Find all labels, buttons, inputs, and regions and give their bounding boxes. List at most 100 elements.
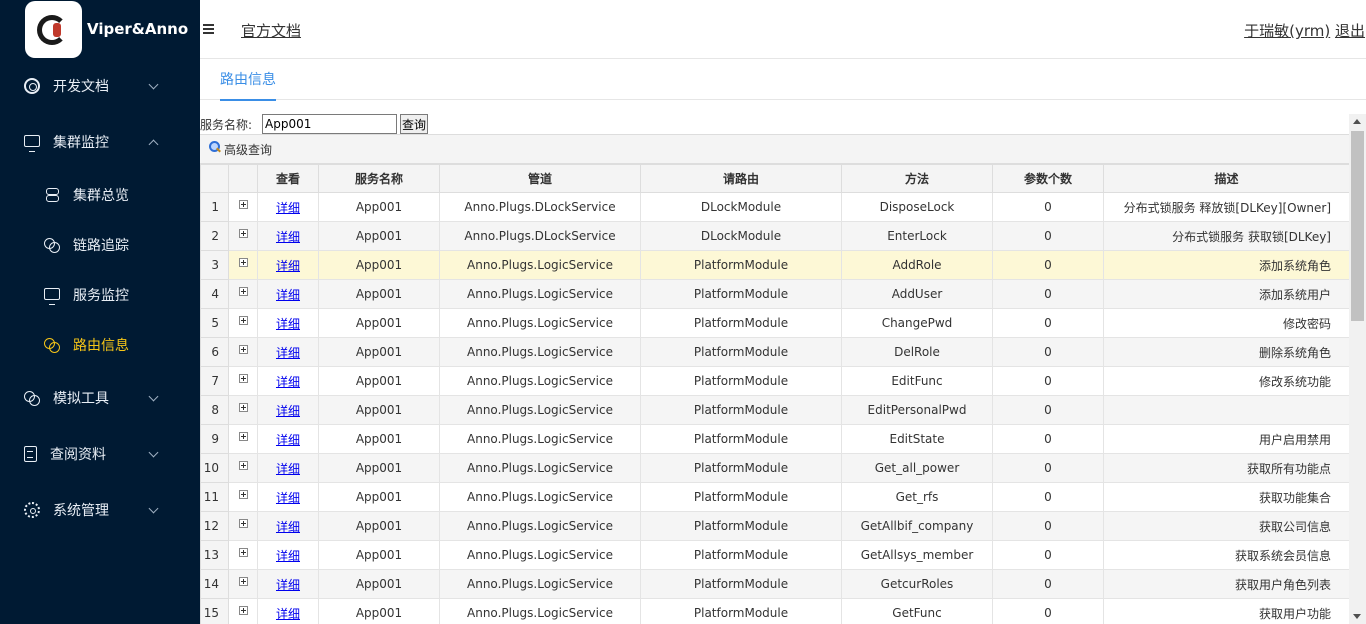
route-cell: PlatformModule	[640, 482, 842, 512]
detail-cell: 详细	[257, 395, 319, 425]
table-row[interactable]: 8 详细 App001 Anno.Plugs.LogicService Platform…	[200, 395, 1349, 425]
sidebar-item-system-admin[interactable]: 系统管理	[0, 482, 200, 538]
brand[interactable]: Viper&Anno	[0, 0, 200, 58]
expand-plus-icon[interactable]	[238, 606, 248, 615]
sidebar-item-reference[interactable]: 查阅资料	[0, 426, 200, 482]
column-header[interactable]: 描述	[1103, 164, 1349, 193]
table-row[interactable]: 13 详细 App001 Anno.Plugs.LogicService Platfor…	[200, 540, 1349, 570]
expand-plus-icon[interactable]	[238, 490, 248, 499]
sidebar-subitem-service-monitor[interactable]: 服务监控	[0, 270, 200, 320]
table-row[interactable]: 9 详细 App001 Anno.Plugs.LogicService Platform…	[200, 424, 1349, 454]
sidebar-item-mock-tools[interactable]: 模拟工具	[0, 370, 200, 426]
table-row[interactable]: 14 详细 App001 Anno.Plugs.LogicService Platfor…	[200, 569, 1349, 599]
column-header[interactable]: 查看	[257, 164, 319, 193]
sidebar-item-cluster-monitor[interactable]: 集群监控	[0, 114, 200, 170]
detail-link[interactable]: 详细	[276, 259, 300, 273]
expand-plus-icon[interactable]	[238, 287, 248, 296]
param-count-cell: 0	[992, 366, 1104, 396]
gear-icon	[24, 502, 40, 518]
table-row[interactable]: 7 详细 App001 Anno.Plugs.LogicService Platform…	[200, 366, 1349, 396]
table-row[interactable]: 12 详细 App001 Anno.Plugs.LogicService Platfor…	[200, 511, 1349, 541]
advanced-query-button[interactable]: 高级查询	[200, 135, 1349, 164]
expand-cell	[228, 598, 258, 624]
table-row[interactable]: 4 详细 App001 Anno.Plugs.LogicService Platform…	[200, 279, 1349, 309]
route-cell: PlatformModule	[640, 424, 842, 454]
target-icon	[24, 78, 40, 94]
table-row[interactable]: 3 详细 App001 Anno.Plugs.LogicService Platform…	[200, 250, 1349, 280]
detail-link[interactable]: 详细	[276, 404, 300, 418]
detail-link[interactable]: 详细	[276, 433, 300, 447]
column-header[interactable]: 参数个数	[992, 164, 1104, 193]
detail-link[interactable]: 详细	[276, 201, 300, 215]
scrollbar-thumb[interactable]	[1351, 131, 1364, 321]
scroll-down-icon[interactable]	[1353, 614, 1361, 619]
expand-plus-icon[interactable]	[238, 316, 248, 325]
table-row[interactable]: 15 详细 App001 Anno.Plugs.LogicService Platfor…	[200, 598, 1349, 624]
detail-link[interactable]: 详细	[276, 462, 300, 476]
table-row[interactable]: 10 详细 App001 Anno.Plugs.LogicService Platfor…	[200, 453, 1349, 483]
expand-plus-icon[interactable]	[238, 519, 248, 528]
tab-route-info[interactable]: 路由信息	[220, 60, 276, 101]
detail-link[interactable]: 详细	[276, 288, 300, 302]
sidebar-subitem-route-info[interactable]: 路由信息	[0, 320, 200, 370]
param-count-cell: 0	[992, 337, 1104, 367]
service-name-input[interactable]	[262, 114, 398, 134]
pipe-cell: Anno.Plugs.LogicService	[439, 569, 641, 599]
detail-link[interactable]: 详细	[276, 607, 300, 621]
logout-link[interactable]: 退出	[1335, 22, 1365, 40]
row-number-cell: 14	[200, 569, 229, 599]
user-name-link[interactable]: 于瑞敏(yrm)	[1244, 22, 1330, 40]
column-header[interactable]: 请路由	[640, 164, 842, 193]
detail-link[interactable]: 详细	[276, 317, 300, 331]
query-button[interactable]: 查询	[400, 114, 429, 134]
vertical-scrollbar[interactable]	[1349, 114, 1366, 624]
scroll-up-icon[interactable]	[1353, 119, 1361, 124]
expand-plus-icon[interactable]	[238, 374, 248, 383]
service-name-cell: App001	[318, 192, 440, 222]
expand-plus-icon[interactable]	[238, 548, 248, 557]
expand-plus-icon[interactable]	[238, 229, 248, 238]
expand-plus-icon[interactable]	[238, 577, 248, 586]
sidebar-item-dev-docs[interactable]: 开发文档	[0, 58, 200, 114]
detail-link[interactable]: 详细	[276, 230, 300, 244]
detail-link[interactable]: 详细	[276, 520, 300, 534]
route-cell: PlatformModule	[640, 366, 842, 396]
expand-plus-icon[interactable]	[238, 403, 248, 412]
table-row[interactable]: 5 详细 App001 Anno.Plugs.LogicService Platform…	[200, 308, 1349, 338]
row-number-cell: 13	[200, 540, 229, 570]
detail-link[interactable]: 详细	[276, 375, 300, 389]
description-cell: 获取公司信息	[1103, 511, 1349, 541]
detail-link[interactable]: 详细	[276, 578, 300, 592]
column-header[interactable]: 服务名称	[318, 164, 440, 193]
row-number-cell: 2	[200, 221, 229, 251]
detail-link[interactable]: 详细	[276, 346, 300, 360]
official-docs-link[interactable]: 官方文档	[241, 20, 301, 41]
menu-toggle-icon[interactable]	[203, 24, 214, 34]
expand-plus-icon[interactable]	[238, 258, 248, 267]
route-cell: PlatformModule	[640, 337, 842, 367]
expand-cell	[228, 424, 258, 454]
column-header[interactable]: 方法	[841, 164, 993, 193]
row-number-cell: 8	[200, 395, 229, 425]
method-cell: GetAllsys_member	[841, 540, 993, 570]
method-cell: EditFunc	[841, 366, 993, 396]
pipe-cell: Anno.Plugs.LogicService	[439, 482, 641, 512]
table-row[interactable]: 6 详细 App001 Anno.Plugs.LogicService Platform…	[200, 337, 1349, 367]
table-row[interactable]: 11 详细 App001 Anno.Plugs.LogicService Platfor…	[200, 482, 1349, 512]
sidebar-subitem-trace[interactable]: 链路追踪	[0, 220, 200, 270]
expand-plus-icon[interactable]	[238, 432, 248, 441]
route-cell: PlatformModule	[640, 569, 842, 599]
detail-link[interactable]: 详细	[276, 491, 300, 505]
column-header[interactable]: 管道	[439, 164, 641, 193]
expand-plus-icon[interactable]	[238, 200, 248, 209]
method-cell: Get_rfs	[841, 482, 993, 512]
table-row[interactable]: 2 详细 App001 Anno.Plugs.DLockService DLockMod…	[200, 221, 1349, 251]
detail-cell: 详细	[257, 598, 319, 624]
table-row[interactable]: 1 详细 App001 Anno.Plugs.DLockService DLockMod…	[200, 192, 1349, 222]
sidebar-subitem-cluster-overview[interactable]: 集群总览	[0, 170, 200, 220]
expand-plus-icon[interactable]	[238, 345, 248, 354]
detail-link[interactable]: 详细	[276, 549, 300, 563]
expand-plus-icon[interactable]	[238, 461, 248, 470]
detail-cell: 详细	[257, 482, 319, 512]
param-count-cell: 0	[992, 395, 1104, 425]
